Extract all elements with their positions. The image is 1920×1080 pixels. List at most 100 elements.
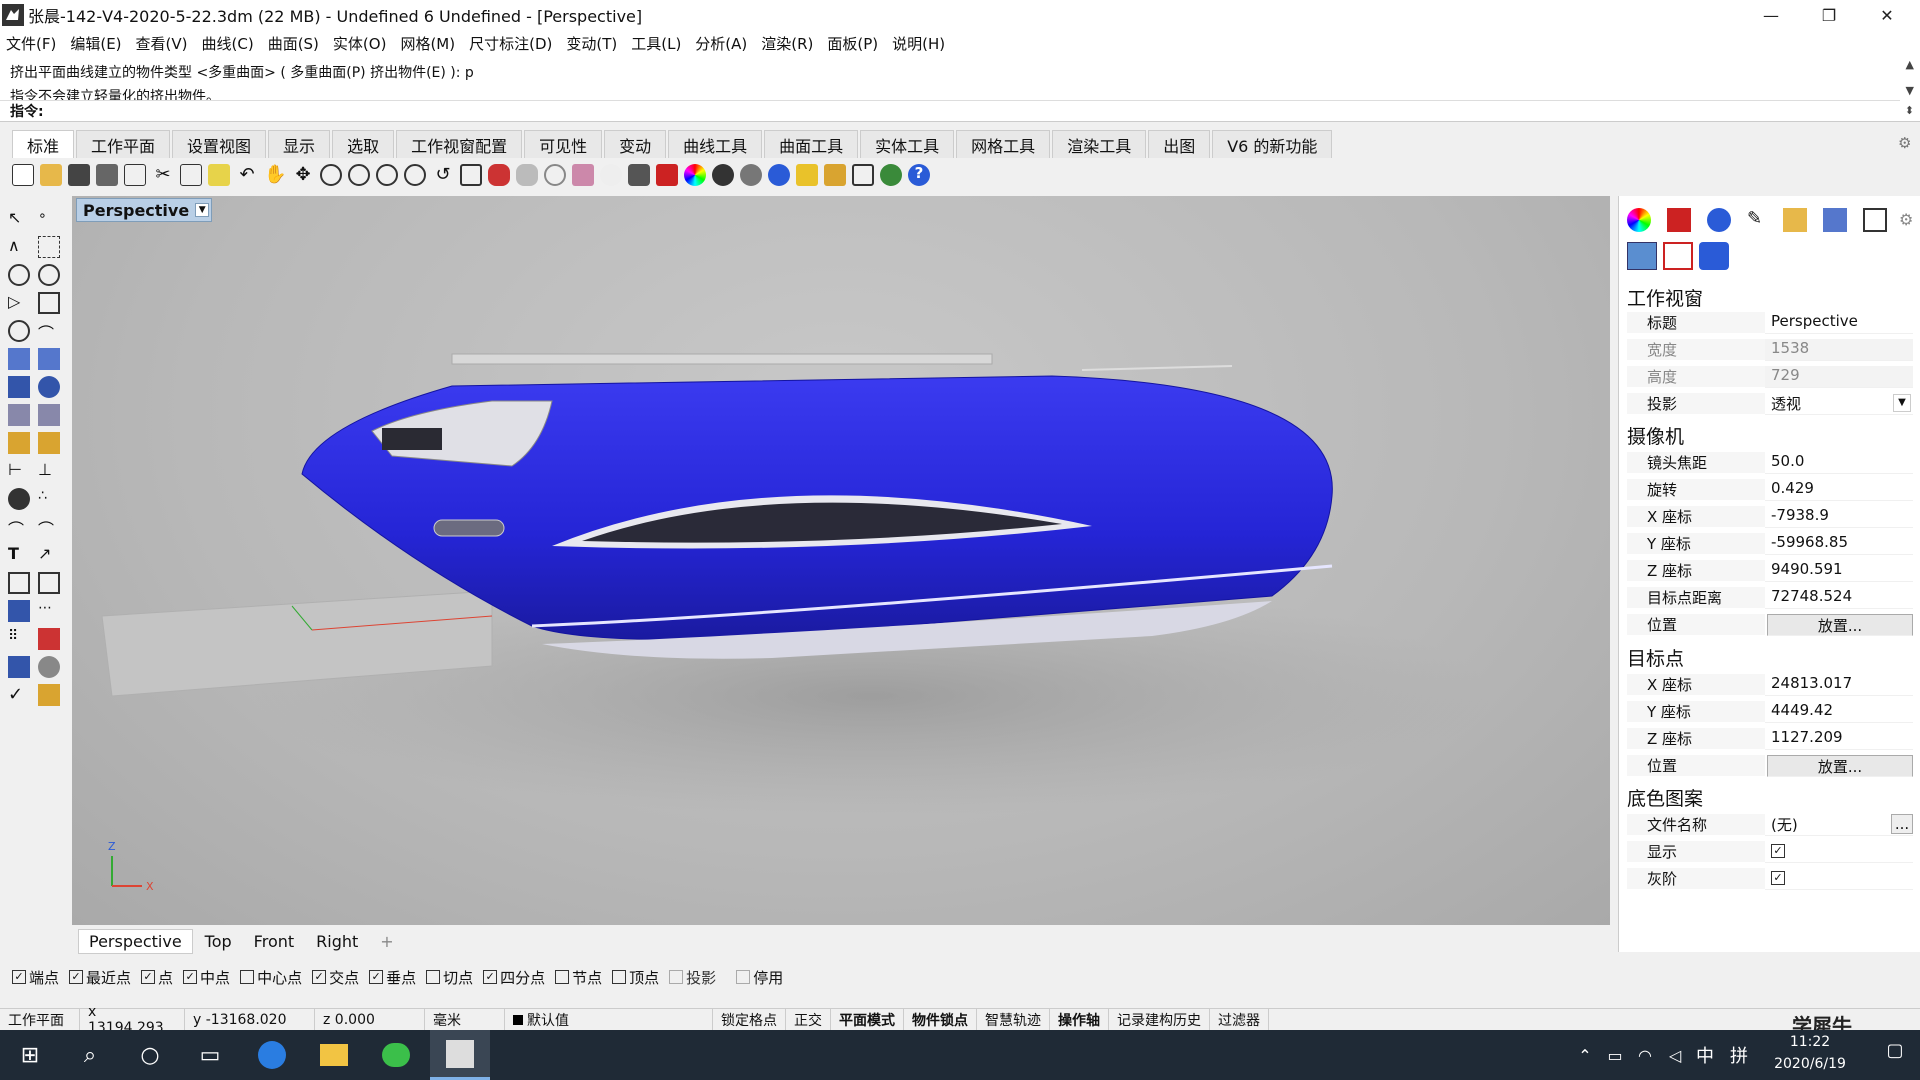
text-dot-icon[interactable]: ⊥ xyxy=(38,460,60,482)
extrude-icon[interactable] xyxy=(38,404,60,426)
help-icon[interactable]: ? xyxy=(908,164,930,186)
fillet-curve-icon[interactable]: ⌒ xyxy=(38,320,60,343)
render-light-icon[interactable] xyxy=(38,432,60,454)
camera-z-field[interactable]: 9490.591 xyxy=(1765,560,1913,582)
print-icon[interactable] xyxy=(96,164,118,186)
osnap-center[interactable]: 中心点 xyxy=(240,967,302,988)
projection-select[interactable]: 透视 ▼ xyxy=(1765,393,1913,415)
rotation-field[interactable]: 0.429 xyxy=(1765,479,1913,501)
display-icon[interactable] xyxy=(1863,208,1887,232)
notification-icon[interactable]: ▢ xyxy=(1880,1040,1910,1070)
rotate-tool-icon[interactable] xyxy=(38,572,60,594)
menu-file[interactable]: 文件(F) xyxy=(6,33,56,54)
join-icon[interactable]: ⌒ xyxy=(8,516,30,539)
zoom-window-icon[interactable] xyxy=(348,164,370,186)
rectangle-icon[interactable] xyxy=(38,292,60,314)
menu-solid[interactable]: 实体(O) xyxy=(333,33,387,54)
menu-edit[interactable]: 编辑(E) xyxy=(70,33,121,54)
circle-icon[interactable] xyxy=(8,264,30,286)
chevron-down-icon[interactable]: ▼ xyxy=(195,203,210,217)
status-filter[interactable]: 过滤器 xyxy=(1210,1008,1269,1031)
status-record-history[interactable]: 记录建构历史 xyxy=(1109,1008,1210,1031)
group-icon[interactable] xyxy=(8,488,30,510)
curve-cv-icon[interactable] xyxy=(38,236,60,258)
dimension-tool-icon[interactable]: ⊢ xyxy=(8,460,30,482)
volume-icon[interactable]: ◁ xyxy=(1660,1030,1690,1080)
explode-icon[interactable]: ⌒ xyxy=(38,516,60,539)
brush-icon[interactable]: ✎ xyxy=(1747,208,1771,232)
polygon-icon[interactable] xyxy=(8,320,30,342)
osnap-intersection[interactable]: ✓ 交点 xyxy=(312,967,359,988)
options-icon[interactable] xyxy=(824,164,846,186)
tab-viewport-layout[interactable]: 工作视窗配置 xyxy=(396,130,523,158)
properties-icon[interactable] xyxy=(796,164,818,186)
clock-time[interactable]: 11:22 xyxy=(1770,1034,1850,1050)
checkbox-icon[interactable]: ✓ xyxy=(483,970,498,984)
checkbox-icon[interactable] xyxy=(736,970,751,984)
checkbox-icon[interactable] xyxy=(612,970,627,984)
tab-curve-tools[interactable]: 曲线工具 xyxy=(668,130,763,158)
filename-field[interactable]: (无)... xyxy=(1765,814,1913,836)
perspective-viewport[interactable]: Z X Perspective ▼ xyxy=(72,196,1610,925)
osnap-end[interactable]: ✓ 端点 xyxy=(12,967,59,988)
pan-hand-icon[interactable]: ✋ xyxy=(264,164,286,186)
checkbox-icon[interactable]: ✓ xyxy=(369,970,384,984)
menu-render[interactable]: 渲染(R) xyxy=(761,33,813,54)
show-checkbox[interactable]: ✓ xyxy=(1771,843,1785,858)
lens-field[interactable]: 50.0 xyxy=(1765,452,1913,474)
zoom-icon[interactable] xyxy=(320,164,342,186)
osnap-project[interactable]: 投影 xyxy=(669,967,716,988)
copy-tool-icon[interactable] xyxy=(8,572,30,594)
menu-panels[interactable]: 面板(P) xyxy=(827,33,878,54)
render-sphere-icon[interactable] xyxy=(712,164,734,186)
checkbox-icon[interactable]: ✓ xyxy=(141,970,156,984)
cut-icon[interactable]: ✂ xyxy=(152,164,174,186)
osnap-perp[interactable]: ✓ 垂点 xyxy=(369,967,416,988)
menu-view[interactable]: 查看(V) xyxy=(136,33,188,54)
layers-icon[interactable] xyxy=(1667,208,1691,232)
menu-transform[interactable]: 变动(T) xyxy=(566,33,617,54)
place-camera-button[interactable]: 放置... xyxy=(1767,614,1913,636)
box-icon[interactable] xyxy=(8,376,30,398)
ime-mode[interactable]: 中 xyxy=(1690,1030,1720,1080)
osnap-knot[interactable]: 节点 xyxy=(555,967,602,988)
tab-standard[interactable]: 标准 xyxy=(12,130,75,158)
render-icon[interactable] xyxy=(38,656,60,678)
undo-view-icon[interactable]: ↺ xyxy=(432,164,454,186)
browser-icon[interactable] xyxy=(244,1030,300,1080)
search-icon[interactable]: ⌕ xyxy=(62,1030,118,1080)
save-icon[interactable] xyxy=(68,164,90,186)
rhino-taskbar-icon[interactable] xyxy=(430,1030,490,1080)
minimize-button[interactable]: — xyxy=(1742,0,1800,30)
checkbox-icon[interactable]: ✓ xyxy=(69,970,84,984)
grayscale-checkbox[interactable]: ✓ xyxy=(1771,870,1785,885)
gear-icon[interactable]: ⚙ xyxy=(1898,134,1911,152)
viewport-tab-top[interactable]: Top xyxy=(195,930,242,953)
tab-solid-tools[interactable]: 实体工具 xyxy=(860,130,955,158)
checkbox-icon[interactable]: ✓ xyxy=(183,970,198,984)
tab-transform[interactable]: 变动 xyxy=(604,130,667,158)
command-prompt-input[interactable]: 指令: xyxy=(0,100,1900,120)
task-view-icon[interactable]: ▭ xyxy=(182,1030,238,1080)
array-icon[interactable]: ⋯ xyxy=(38,600,60,622)
move-icon[interactable]: ↗ xyxy=(38,544,60,566)
checkbox-icon[interactable] xyxy=(669,970,684,984)
wifi-icon[interactable]: ◠ xyxy=(1630,1030,1660,1080)
help-panel-icon[interactable] xyxy=(1823,208,1847,232)
gear-icon[interactable]: ⚙ xyxy=(1899,210,1920,234)
menu-tools[interactable]: 工具(L) xyxy=(631,33,681,54)
osnap-point[interactable]: ✓ 点 xyxy=(141,967,173,988)
battery-icon[interactable]: ▭ xyxy=(1600,1030,1630,1080)
surface-corner-icon[interactable] xyxy=(8,348,30,370)
polyline-icon[interactable]: ∧ xyxy=(8,236,30,258)
menu-dimension[interactable]: 尺寸标注(D) xyxy=(469,33,552,54)
camera-icon[interactable] xyxy=(1627,242,1657,270)
tab-set-view[interactable]: 设置视图 xyxy=(172,130,267,158)
status-smarttrack[interactable]: 智慧轨迹 xyxy=(977,1008,1050,1031)
checkbox-icon[interactable]: ✓ xyxy=(12,970,26,984)
chevron-up-icon[interactable]: ⌃ xyxy=(1570,1030,1600,1080)
rotate-view-icon[interactable]: ✥ xyxy=(292,164,314,186)
text-icon[interactable]: T xyxy=(8,544,30,566)
viewport-tab-perspective[interactable]: Perspective xyxy=(78,928,193,954)
menu-curve[interactable]: 曲线(C) xyxy=(202,33,254,54)
